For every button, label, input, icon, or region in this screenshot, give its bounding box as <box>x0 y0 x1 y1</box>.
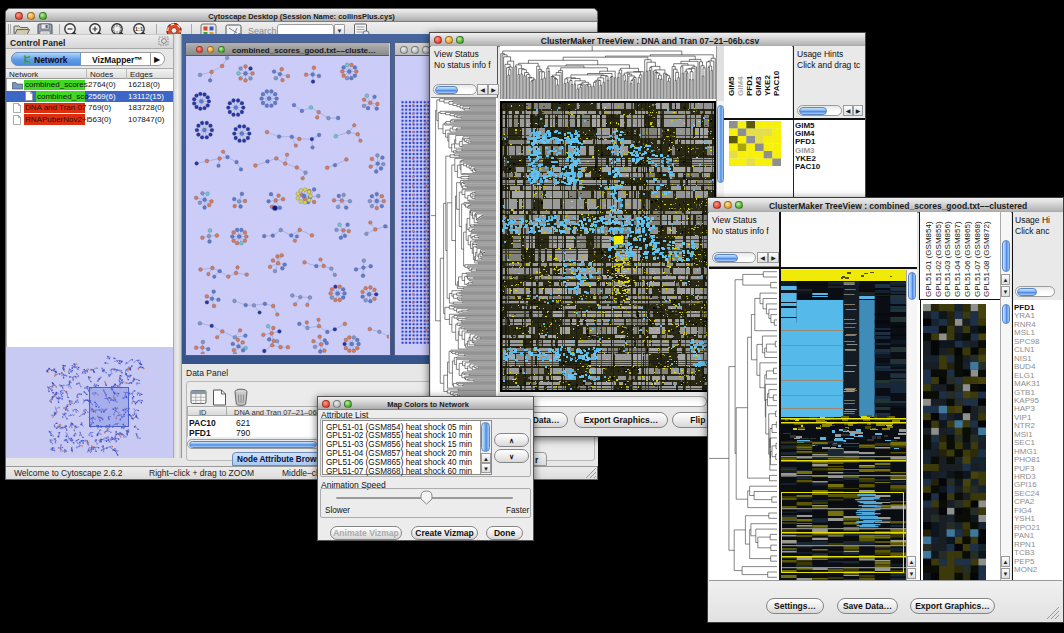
svg-text:1:1: 1:1 <box>135 26 143 32</box>
